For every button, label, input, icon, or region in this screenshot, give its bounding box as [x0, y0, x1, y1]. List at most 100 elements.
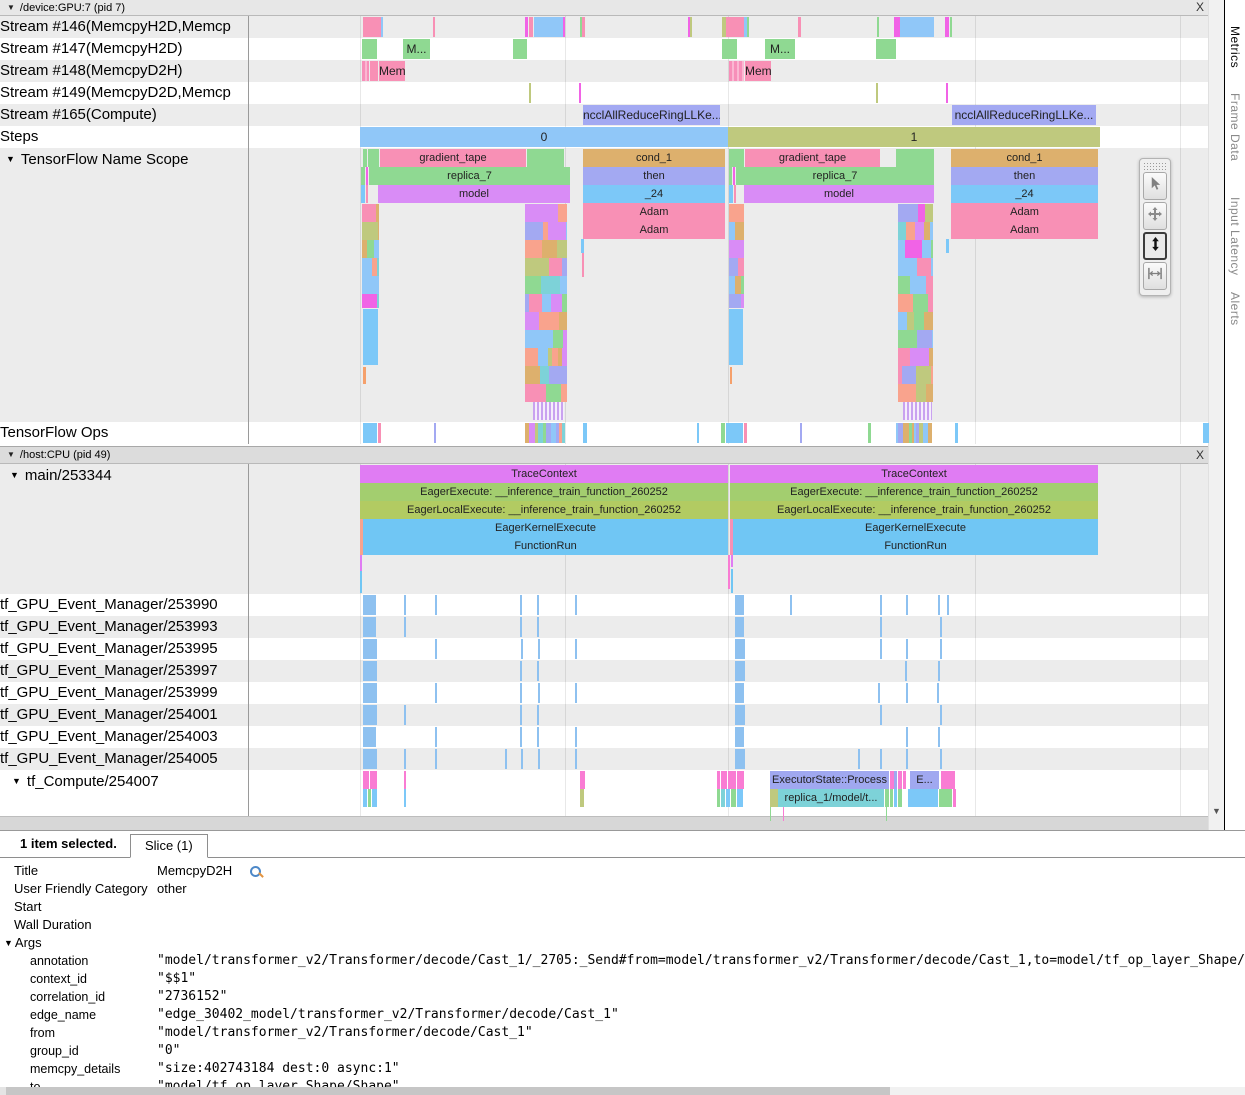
trace-slice[interactable]: [729, 149, 744, 167]
trace-slice[interactable]: EagerExecute: __inference_train_function…: [360, 483, 728, 501]
trace-slice[interactable]: [534, 258, 549, 276]
trace-slice[interactable]: [906, 639, 908, 659]
trace-slice[interactable]: [575, 639, 577, 659]
trace-slice[interactable]: [362, 294, 377, 308]
trace-slice[interactable]: [731, 789, 736, 807]
trace-slice[interactable]: [575, 683, 577, 703]
trace-slice[interactable]: [800, 423, 802, 443]
trace-slice[interactable]: then: [951, 167, 1098, 185]
trace-slice[interactable]: [362, 258, 372, 276]
flame-stripe-block[interactable]: [533, 402, 564, 420]
trace-slice[interactable]: [538, 330, 547, 348]
tool-timing-button[interactable]: [1143, 262, 1167, 290]
trace-slice[interactable]: [363, 789, 367, 807]
trace-slice[interactable]: [360, 571, 362, 593]
trace-slice[interactable]: [955, 423, 958, 443]
trace-slice[interactable]: [876, 83, 878, 103]
trace-slice[interactable]: cond_1: [583, 149, 725, 167]
trace-slice[interactable]: EagerLocalExecute: __inference_train_fun…: [730, 501, 1098, 519]
trace-slice[interactable]: Mem: [379, 61, 405, 81]
trace-slice[interactable]: [917, 330, 932, 348]
trace-slice[interactable]: [435, 727, 437, 747]
trace-slice[interactable]: [363, 705, 377, 725]
trace-slice[interactable]: [735, 595, 744, 615]
trace-slice[interactable]: cond_1: [951, 149, 1098, 167]
trace-slice[interactable]: [361, 167, 365, 185]
trace-slice[interactable]: FunctionRun: [733, 537, 1098, 555]
trace-slice[interactable]: [362, 61, 369, 81]
trace-slice[interactable]: [905, 240, 922, 258]
trace-slice[interactable]: [560, 276, 567, 294]
trace-slice[interactable]: EagerLocalExecute: __inference_train_fun…: [360, 501, 728, 519]
trace-slice[interactable]: [735, 727, 744, 747]
trace-slice[interactable]: [735, 639, 745, 659]
trace-slice[interactable]: [435, 749, 437, 769]
tool-selection-button[interactable]: [1143, 172, 1167, 200]
collapse-arrow-icon[interactable]: ▼: [12, 776, 21, 786]
trace-slice[interactable]: TraceContext: [360, 465, 728, 483]
trace-slice[interactable]: [922, 240, 931, 258]
trace-slice[interactable]: [521, 749, 523, 769]
trace-slice[interactable]: [917, 258, 931, 276]
trace-slice[interactable]: [947, 595, 949, 615]
trace-slice[interactable]: [903, 771, 906, 789]
trace-slice[interactable]: [898, 258, 917, 276]
flame-stripe-block[interactable]: [903, 402, 932, 420]
trace-slice[interactable]: [898, 204, 918, 222]
trace-slice[interactable]: [798, 17, 801, 37]
collapse-arrow-icon[interactable]: ▼: [7, 0, 15, 15]
trace-slice[interactable]: [546, 384, 561, 402]
trace-slice[interactable]: EagerExecute: __inference_train_function…: [730, 483, 1098, 501]
trace-slice[interactable]: [770, 789, 778, 807]
trace-slice[interactable]: [950, 17, 952, 37]
trace-slice[interactable]: [690, 17, 692, 37]
trace-slice[interactable]: [363, 683, 377, 703]
collapse-arrow-icon[interactable]: ▼: [6, 154, 15, 164]
trace-slice[interactable]: [370, 771, 377, 789]
trace-slice[interactable]: [537, 661, 539, 681]
trace-slice[interactable]: [908, 789, 938, 807]
trace-slice[interactable]: [540, 366, 549, 384]
trace-slice[interactable]: [880, 617, 882, 637]
trace-slice[interactable]: [737, 771, 744, 789]
trace-slice[interactable]: [378, 222, 379, 240]
trace-slice[interactable]: [898, 330, 917, 348]
trace-slice[interactable]: [717, 771, 720, 789]
trace-slice[interactable]: [928, 294, 933, 312]
trace-slice[interactable]: [541, 276, 560, 294]
trace-slice[interactable]: [906, 595, 908, 615]
trace-slice[interactable]: [898, 276, 910, 294]
trace-slice[interactable]: EagerKernelExecute: [733, 519, 1098, 537]
trace-slice[interactable]: [731, 555, 733, 567]
trace-slice[interactable]: FunctionRun: [363, 537, 728, 555]
trace-slice[interactable]: [582, 253, 584, 277]
trace-slice[interactable]: [520, 705, 522, 725]
trace-slice[interactable]: [729, 185, 733, 203]
trace-slice[interactable]: [931, 258, 933, 276]
trace-slice[interactable]: [735, 749, 745, 769]
trace-slice[interactable]: [525, 204, 540, 222]
trace-slice[interactable]: [520, 661, 522, 681]
trace-slice[interactable]: [553, 330, 563, 348]
trace-slice[interactable]: [937, 683, 939, 703]
trace-slice[interactable]: [729, 167, 732, 185]
trace-slice[interactable]: [537, 617, 539, 637]
vertical-scrollbar[interactable]: ▼: [1208, 0, 1225, 830]
trace-slice[interactable]: 1: [728, 127, 1100, 147]
trace-slice[interactable]: [898, 240, 905, 258]
trace-slice[interactable]: [363, 17, 381, 37]
trace-slice[interactable]: [520, 595, 522, 615]
trace-slice[interactable]: [548, 222, 566, 240]
trace-slice[interactable]: [557, 240, 567, 258]
trace-slice[interactable]: [878, 683, 880, 703]
trace-slice[interactable]: [898, 771, 902, 789]
trace-slice[interactable]: model: [744, 185, 934, 203]
trace-slice[interactable]: [726, 789, 730, 807]
trace-slice[interactable]: [916, 384, 926, 402]
trace-slice[interactable]: [435, 639, 437, 659]
trace-slice[interactable]: [907, 312, 914, 330]
trace-slice[interactable]: gradient_tape: [745, 149, 880, 167]
trace-slice[interactable]: [581, 239, 584, 253]
trace-slice[interactable]: [376, 204, 379, 222]
collapse-arrow-icon[interactable]: ▼: [10, 470, 19, 480]
